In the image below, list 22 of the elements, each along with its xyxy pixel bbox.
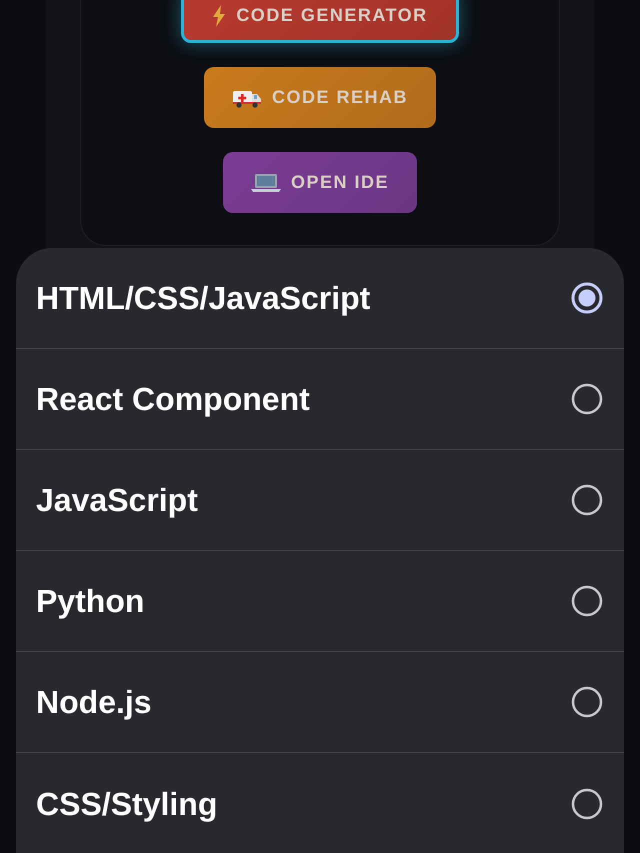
radio-button[interactable] (570, 281, 604, 315)
option-label: CSS/Styling (36, 784, 218, 824)
bolt-icon (212, 4, 226, 26)
option-item[interactable]: Node.js (16, 652, 624, 753)
radio-button[interactable] (570, 786, 604, 820)
option-label: Python (36, 582, 144, 621)
radio-button[interactable] (570, 685, 604, 719)
option-label: JavaScript (36, 481, 198, 520)
laptop-icon (250, 172, 281, 192)
option-item[interactable]: CSS/Styling (16, 753, 624, 853)
radio-button[interactable] (570, 382, 604, 416)
option-item[interactable]: Python (16, 551, 624, 652)
option-item[interactable]: JavaScript (16, 450, 624, 551)
radio-button[interactable] (570, 584, 604, 618)
option-item[interactable]: HTML/CSS/JavaScript (16, 248, 624, 349)
option-label: React Component (36, 380, 310, 419)
action-button[interactable]: OPEN IDE (222, 152, 418, 213)
option-label: HTML/CSS/JavaScript (36, 279, 370, 318)
action-button[interactable]: CODE GENERATOR (181, 0, 459, 43)
option-label: Node.js (36, 683, 152, 722)
radio-button[interactable] (570, 483, 604, 517)
option-item[interactable]: React Component (16, 349, 624, 450)
